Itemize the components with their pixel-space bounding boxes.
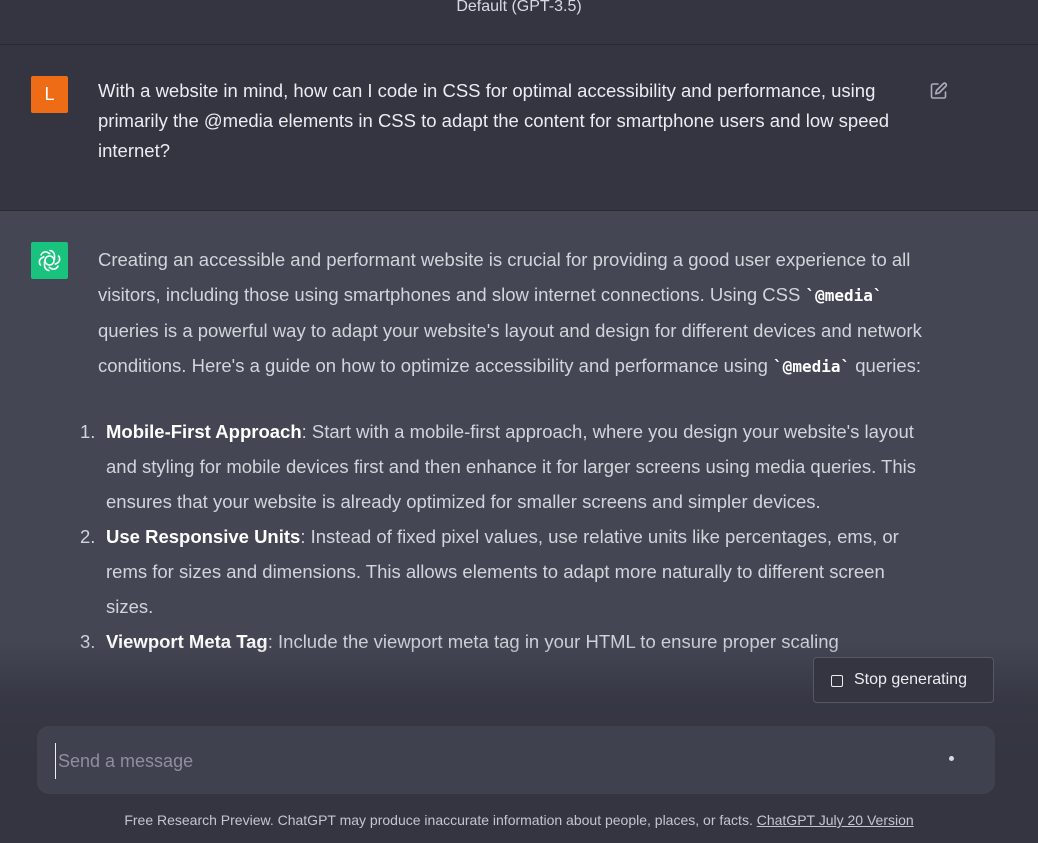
stop-generating-button[interactable]: Stop generating	[813, 657, 994, 703]
footer: Free Research Preview. ChatGPT may produ…	[0, 812, 1038, 828]
stop-generating-label: Stop generating	[854, 671, 967, 688]
top-bar: Default (GPT-3.5)	[0, 0, 1038, 45]
list-item-title: Use Responsive Units	[106, 526, 301, 547]
intro-text-3: queries:	[850, 355, 922, 376]
list-item-title: Mobile-First Approach	[106, 421, 302, 442]
list-number: 2.	[80, 526, 96, 547]
footer-disclaimer: Free Research Preview. ChatGPT may produ…	[124, 812, 757, 828]
inline-code: `@media`	[805, 286, 883, 305]
assistant-avatar	[31, 242, 68, 279]
send-icon[interactable]	[949, 756, 954, 761]
tips-list: 1. Mobile-First Approach: Start with a m…	[80, 414, 928, 659]
intro-paragraph: Creating an accessible and performant we…	[98, 242, 928, 384]
avatar-letter: L	[44, 84, 55, 104]
message-composer	[37, 726, 995, 794]
intro-text-1: Creating an accessible and performant we…	[98, 249, 911, 305]
edit-icon[interactable]	[929, 81, 949, 101]
list-item: 1. Mobile-First Approach: Start with a m…	[80, 414, 928, 519]
user-message-text: With a website in mind, how can I code i…	[98, 80, 890, 161]
assistant-message-text: Creating an accessible and performant we…	[80, 242, 928, 659]
model-title: Default (GPT-3.5)	[456, 0, 582, 15]
list-number: 1.	[80, 421, 96, 442]
user-avatar: L	[31, 76, 68, 113]
inline-code: `@media`	[773, 357, 851, 376]
version-link[interactable]: ChatGPT July 20 Version	[757, 812, 914, 828]
message-input[interactable]	[55, 743, 920, 779]
stop-icon	[831, 675, 843, 687]
list-item: 2. Use Responsive Units: Instead of fixe…	[80, 519, 928, 624]
openai-logo-icon	[38, 249, 61, 272]
